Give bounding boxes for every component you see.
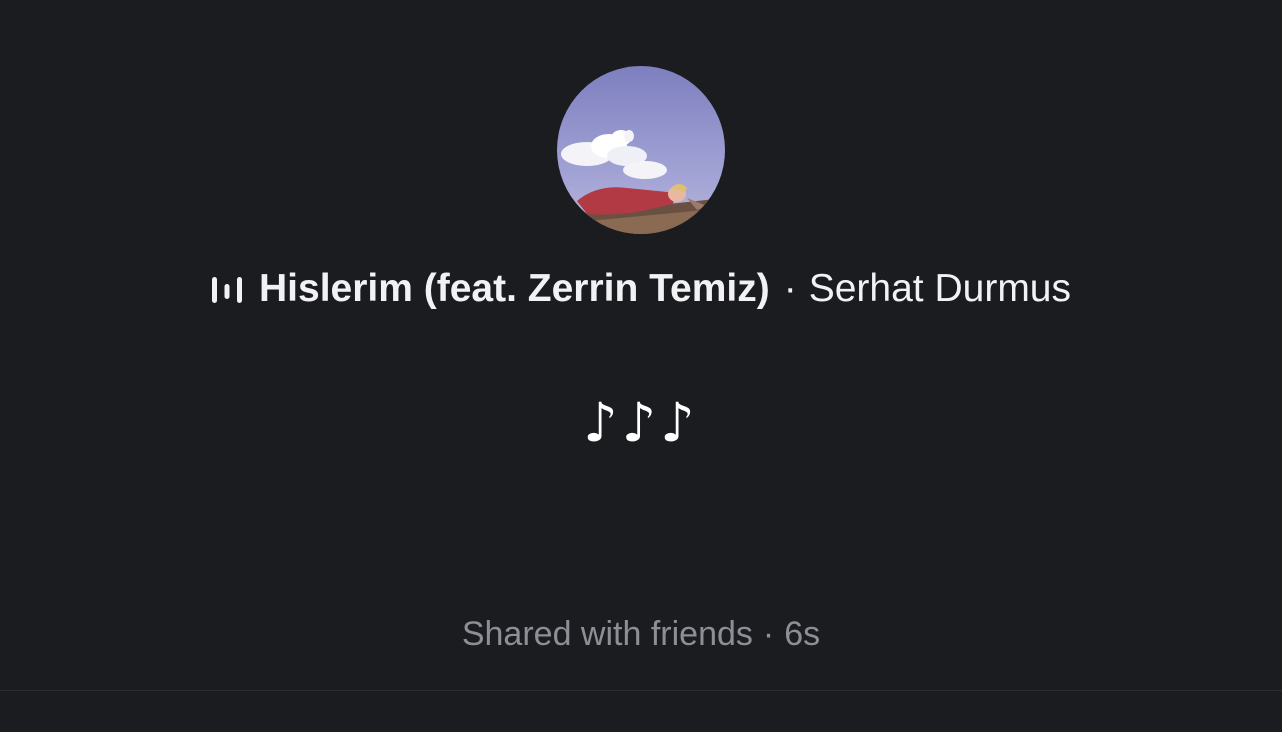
album-cover-image <box>557 66 725 234</box>
music-share-screen: Hislerim (feat. Zerrin Temiz) · Serhat D… <box>0 0 1282 732</box>
track-info[interactable]: Hislerim (feat. Zerrin Temiz) · Serhat D… <box>0 262 1282 316</box>
artist-name[interactable]: Serhat Durmus <box>809 267 1071 311</box>
elapsed-time: 6s <box>784 614 821 653</box>
track-title[interactable]: Hislerim (feat. Zerrin Temiz) <box>259 267 770 311</box>
audience-label: Shared with friends <box>461 614 753 653</box>
album-art[interactable] <box>557 66 725 234</box>
divider <box>0 690 1282 691</box>
footer-separator-dot: · <box>762 614 775 653</box>
music-notes: ♪♪♪ <box>583 391 699 454</box>
separator-dot: · <box>783 267 797 310</box>
equalizer-bars-icon <box>211 269 243 309</box>
share-meta: Shared with friends · 6s <box>0 612 1282 656</box>
